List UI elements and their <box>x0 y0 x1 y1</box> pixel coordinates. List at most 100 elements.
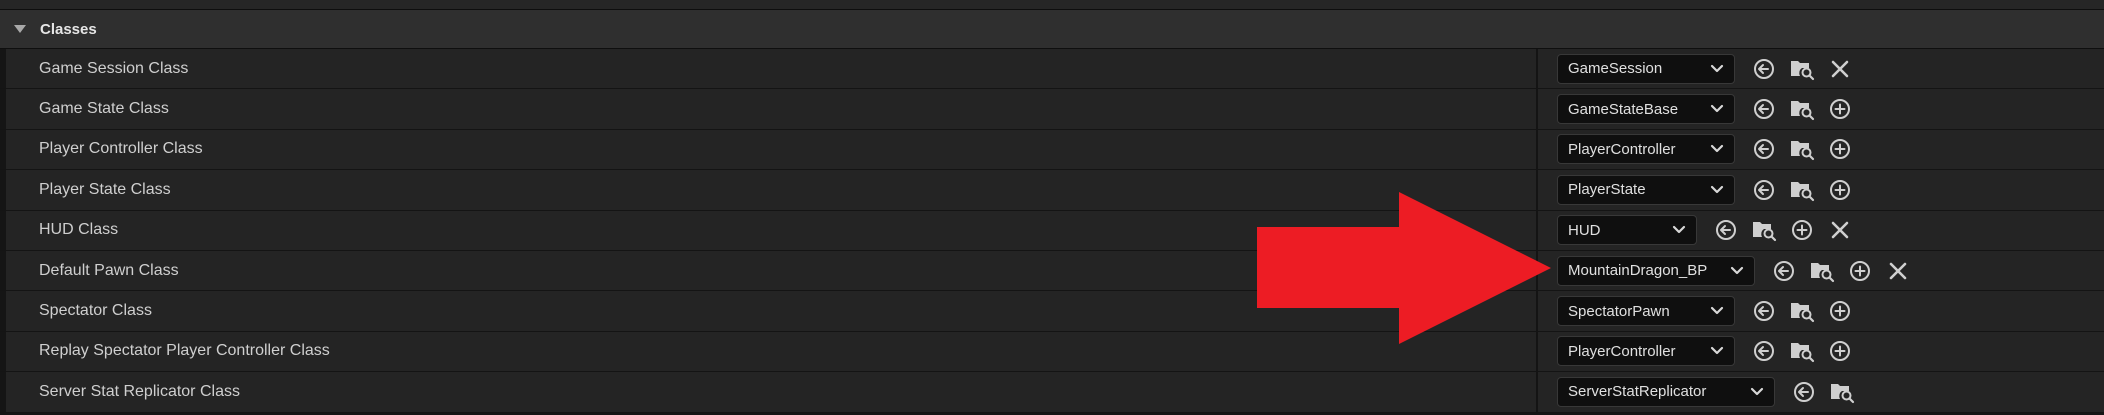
folder-search-icon[interactable] <box>1783 94 1821 124</box>
chevron-down-icon <box>1710 64 1724 74</box>
folder-search-icon[interactable] <box>1823 377 1861 407</box>
browse-back-icon[interactable] <box>1765 256 1803 286</box>
class-picker-combo[interactable]: GameStateBase <box>1557 94 1735 125</box>
row-action-icons <box>1745 336 1859 366</box>
browse-back-icon[interactable] <box>1745 134 1783 164</box>
property-value-cell: GameSession <box>1538 49 2104 89</box>
property-name-cell: Server Stat Replicator Class <box>6 372 1536 412</box>
property-row: HUD Class HUD <box>0 210 2104 251</box>
property-name-cell: Player State Class <box>6 170 1536 210</box>
selected-class-text: HUD <box>1568 221 1601 239</box>
row-action-icons <box>1745 94 1859 124</box>
class-picker-combo[interactable]: MountainDragon_BP <box>1557 255 1755 286</box>
selected-class-text: PlayerController <box>1568 140 1676 158</box>
folder-search-icon[interactable] <box>1783 296 1821 326</box>
property-row: Spectator Class SpectatorPawn <box>0 291 2104 332</box>
selected-class-text: SpectatorPawn <box>1568 302 1670 320</box>
class-picker-combo[interactable]: ServerStatReplicator <box>1557 376 1775 407</box>
property-label: Player Controller Class <box>39 140 203 158</box>
class-picker-combo[interactable]: HUD <box>1557 215 1697 246</box>
chevron-down-icon <box>1730 266 1744 276</box>
folder-search-icon[interactable] <box>1803 256 1841 286</box>
property-row: Player State Class PlayerState <box>0 170 2104 211</box>
selected-class-text: PlayerController <box>1568 342 1676 360</box>
property-rows: Game Session Class GameSession Game State… <box>0 49 2104 413</box>
chevron-down-icon <box>1710 144 1724 154</box>
property-row: Game Session Class GameSession <box>0 49 2104 90</box>
selected-class-text: GameStateBase <box>1568 100 1679 118</box>
add-icon[interactable] <box>1783 215 1821 245</box>
property-label: Game Session Class <box>39 59 189 77</box>
property-value-cell: HUD <box>1538 210 2104 250</box>
property-label: Player State Class <box>39 180 171 198</box>
class-picker-combo[interactable]: PlayerState <box>1557 174 1735 205</box>
property-value-cell: SpectatorPawn <box>1538 291 2104 331</box>
folder-search-icon[interactable] <box>1783 134 1821 164</box>
browse-back-icon[interactable] <box>1745 94 1783 124</box>
selected-class-text: MountainDragon_BP <box>1568 262 1708 280</box>
property-row: Default Pawn Class MountainDragon_BP <box>0 250 2104 292</box>
clear-icon[interactable] <box>1879 256 1917 286</box>
add-icon[interactable] <box>1821 296 1859 326</box>
folder-search-icon[interactable] <box>1783 54 1821 84</box>
folder-search-icon[interactable] <box>1783 336 1821 366</box>
section-title: Classes <box>40 20 97 38</box>
browse-back-icon[interactable] <box>1745 296 1783 326</box>
chevron-down-icon <box>1672 225 1686 235</box>
row-action-icons <box>1745 54 1859 84</box>
collapse-triangle-icon[interactable] <box>0 24 40 34</box>
property-label: Replay Spectator Player Controller Class <box>39 342 330 360</box>
chevron-down-icon <box>1750 387 1764 397</box>
class-picker-combo[interactable]: PlayerController <box>1557 134 1735 165</box>
row-action-icons <box>1785 377 1861 407</box>
browse-back-icon[interactable] <box>1707 215 1745 245</box>
chevron-down-icon <box>1710 104 1724 114</box>
property-row: Replay Spectator Player Controller Class… <box>0 331 2104 373</box>
clear-icon[interactable] <box>1821 54 1859 84</box>
class-picker-combo[interactable]: PlayerController <box>1557 336 1735 367</box>
clear-icon[interactable] <box>1821 215 1859 245</box>
property-value-cell: ServerStatReplicator <box>1538 372 2104 412</box>
property-name-cell: Replay Spectator Player Controller Class <box>6 331 1536 372</box>
property-value-cell: GameStateBase <box>1538 89 2104 129</box>
add-icon[interactable] <box>1821 175 1859 205</box>
row-action-icons <box>1745 296 1859 326</box>
class-picker-combo[interactable]: SpectatorPawn <box>1557 296 1735 327</box>
details-panel: Classes Game Session Class GameSession Ga… <box>0 0 2104 415</box>
property-name-cell: Default Pawn Class <box>6 250 1536 291</box>
property-value-cell: PlayerController <box>1538 331 2104 372</box>
row-action-icons <box>1745 175 1859 205</box>
folder-search-icon[interactable] <box>1745 215 1783 245</box>
add-icon[interactable] <box>1821 94 1859 124</box>
property-value-cell: PlayerController <box>1538 129 2104 170</box>
row-action-icons <box>1745 134 1859 164</box>
property-row: Server Stat Replicator Class ServerStatRe… <box>0 372 2104 413</box>
class-picker-combo[interactable]: GameSession <box>1557 53 1735 84</box>
property-name-cell: Game Session Class <box>6 49 1536 89</box>
property-label: Default Pawn Class <box>39 261 179 279</box>
property-value-cell: PlayerState <box>1538 170 2104 210</box>
property-label: HUD Class <box>39 221 119 239</box>
property-name-cell: Spectator Class <box>6 291 1536 331</box>
property-row: Player Controller Class PlayerController <box>0 129 2104 171</box>
property-name-cell: HUD Class <box>6 210 1536 250</box>
add-icon[interactable] <box>1821 134 1859 164</box>
browse-back-icon[interactable] <box>1745 175 1783 205</box>
folder-search-icon[interactable] <box>1783 175 1821 205</box>
add-icon[interactable] <box>1841 256 1879 286</box>
browse-back-icon[interactable] <box>1785 377 1823 407</box>
property-row: Game State Class GameStateBase <box>0 89 2104 130</box>
add-icon[interactable] <box>1821 336 1859 366</box>
browse-back-icon[interactable] <box>1745 54 1783 84</box>
selected-class-text: ServerStatReplicator <box>1568 383 1707 401</box>
row-action-icons <box>1707 215 1859 245</box>
selected-class-text: PlayerState <box>1568 181 1646 199</box>
property-name-cell: Player Controller Class <box>6 129 1536 170</box>
chevron-down-icon <box>1710 185 1724 195</box>
selected-class-text: GameSession <box>1568 60 1663 78</box>
browse-back-icon[interactable] <box>1745 336 1783 366</box>
property-label: Server Stat Replicator Class <box>39 382 240 400</box>
classes-section-header[interactable]: Classes <box>0 10 2104 49</box>
property-label: Spectator Class <box>39 302 152 320</box>
property-name-cell: Game State Class <box>6 89 1536 129</box>
